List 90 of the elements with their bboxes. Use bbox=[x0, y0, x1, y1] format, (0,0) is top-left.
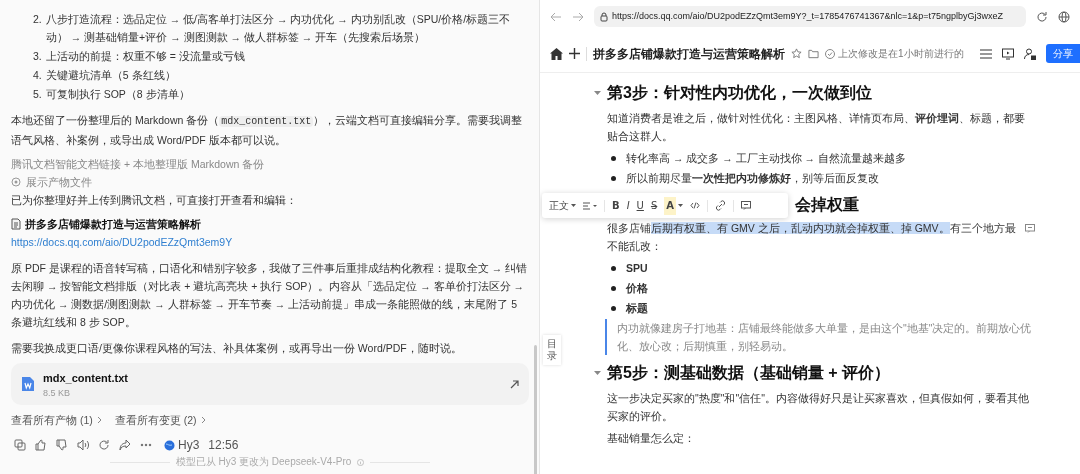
section-heading: 第5步：测基础数据（基础销量 + 评价） bbox=[607, 363, 891, 383]
doc-title: 拼多多店铺爆款打造与运营策略解析 bbox=[25, 217, 201, 232]
followup-text: 需要我换成更口语/更像你课程风格的写法、补具体案例，或再导出一份 Word/PDF，随时说。 bbox=[11, 341, 463, 356]
doc-link[interactable]: https://docs.qq.com/aio/DU2podEZzQmt3em9Y bbox=[11, 233, 529, 251]
section-heading: 第3步：针对性内功优化，一次做到位 bbox=[607, 83, 872, 103]
list-number: 2. bbox=[33, 12, 42, 27]
file-size: 8.5 KB bbox=[43, 386, 72, 399]
collapse-caret-icon[interactable] bbox=[594, 370, 601, 376]
list-number: 5. bbox=[33, 87, 42, 102]
bullet-text: SPU bbox=[626, 261, 648, 276]
toc-tab[interactable]: 目录 bbox=[543, 335, 561, 365]
chevron-right-icon bbox=[96, 416, 103, 424]
caret-icon bbox=[678, 204, 683, 207]
thumbs-down-icon[interactable] bbox=[56, 439, 68, 451]
strikethrough-button[interactable]: S bbox=[650, 196, 658, 215]
align-icon[interactable] bbox=[583, 201, 597, 210]
underline-button[interactable]: U bbox=[636, 196, 644, 215]
back-arrow-icon[interactable] bbox=[550, 11, 562, 22]
list-item-text: 可复制执行 SOP（8 步清单） bbox=[45, 87, 190, 102]
text-style-dropdown[interactable]: 正文 bbox=[549, 196, 576, 215]
bullet-text: 标题 bbox=[626, 301, 648, 316]
list-item-text: 八步打造流程：选品定位 → 低/高客单打法区分 → 内功优化 → 内功别乱改（SPU/价格/标题三不动） → 测基础销量+评价 → 测图测款 → 做人群标签 → 开车（先搜索后场景） bbox=[45, 12, 512, 45]
document-icon bbox=[11, 218, 21, 230]
globe-icon[interactable] bbox=[1058, 10, 1070, 23]
forward-arrow-icon[interactable] bbox=[572, 11, 584, 22]
lock-icon bbox=[600, 11, 608, 22]
bullet-text: 价格 bbox=[626, 281, 648, 296]
link-icon[interactable] bbox=[715, 200, 726, 211]
file-icon bbox=[21, 376, 35, 392]
view-all-link[interactable]: 查看所有产物 (1) bbox=[11, 411, 93, 429]
sources-caption: 腾讯文档智能文档链接 + 本地整理版 Markdown 备份 bbox=[11, 157, 266, 172]
add-comment-icon[interactable] bbox=[1025, 224, 1035, 233]
model-name: Hy3 bbox=[178, 437, 200, 454]
home-icon[interactable] bbox=[550, 47, 563, 60]
message-time: 12:56 bbox=[208, 437, 239, 454]
bullet-text: 转化率高 → 成交多 → 工厂主动找你 → 自然流量越来越多 bbox=[626, 151, 906, 166]
globe-logo-icon bbox=[164, 439, 175, 451]
info-icon bbox=[357, 458, 365, 466]
bullet-text: 所以前期尽量一次性把内功修炼好，别等后面反复改 bbox=[626, 171, 879, 186]
plus-icon[interactable] bbox=[569, 48, 580, 59]
last-modified-text: 上次修改是在1小时前进行的 bbox=[838, 47, 964, 61]
document-title: 拼多多店铺爆款打造与运营策略解析 bbox=[593, 45, 785, 63]
code-icon[interactable] bbox=[690, 202, 700, 209]
section-heading: 会掉权重 bbox=[795, 195, 859, 215]
share-button[interactable]: 分享 bbox=[1046, 44, 1080, 63]
paragraph-text: 基础销量怎么定： bbox=[607, 431, 696, 446]
bullet-icon bbox=[611, 285, 616, 291]
reload-icon[interactable] bbox=[1036, 10, 1048, 23]
presentation-icon[interactable] bbox=[1002, 47, 1014, 60]
paragraph-text: 知道消费者是谁之后，做针对性优化：主图风格、详情页布局、评价埋词、标题，都要贴合这群人。 bbox=[607, 111, 1026, 144]
collapse-caret-icon[interactable] bbox=[594, 90, 601, 96]
paragraph-text: 这一步决定买家的"热度"和"信任"。内容做得好只是让买家喜欢，但真假如何，要看其他买家的评价。 bbox=[607, 391, 1030, 424]
scrollbar-thumb[interactable] bbox=[534, 345, 537, 474]
quote-text: 内功就像建房子打地基：店铺最终能做多大单量，是由这个"地基"决定的。前期放心优化、放心改；后期慎重，别轻易动。 bbox=[605, 319, 1035, 355]
summary-text: 原 PDF 是课程的语音转写稿，口语化和错别字较多，我做了三件事后重排成结构化教程：提取全文 → 纠错去闲聊 → 按智能文档排版（对比表 + 避坑高亮块 + 执行 SOP）。内容从「选品定位 → 客单价打法区分 → 内功优化 → 测数据/测图测款 → 人群标签 → 开车节奏 → 上活动前提」串成一条能照做的线，末尾附了 5 条避坑红线和 8 步 SOP。 bbox=[11, 261, 529, 330]
open-arrow-icon[interactable] bbox=[510, 379, 519, 389]
check-circle-icon bbox=[825, 48, 835, 59]
eye-icon bbox=[11, 177, 21, 187]
file-name: mdx_content.txt bbox=[43, 370, 129, 386]
bullet-icon bbox=[611, 175, 616, 181]
user-lock-icon[interactable] bbox=[1024, 47, 1036, 60]
view-all-link[interactable]: 查看所有变更 (2) bbox=[114, 411, 197, 429]
intro-text: 已为你整理好并上传到腾讯文档，可直接打开查看和编辑： bbox=[11, 193, 298, 208]
copy-icon[interactable] bbox=[14, 439, 26, 451]
list-number: 4. bbox=[33, 68, 42, 83]
bullet-icon bbox=[611, 265, 616, 271]
list-number: 3. bbox=[33, 49, 42, 64]
list-item-text: 关键避坑清单（5 条红线） bbox=[45, 68, 176, 83]
backup-note: 本地还留了一份整理后的 Markdown 备份（ mdx_content.txt ），云端文档可直接编辑分享。需要我调整语气风格、补案例，或导出成 Word/PDF 版本都可以说。 bbox=[11, 113, 524, 148]
file-card[interactable]: mdx_content.txt 8.5 KB bbox=[11, 363, 529, 405]
model-change-note: 模型已从 Hy3 更改为 Deepseek-V4-Pro bbox=[175, 456, 352, 468]
address-bar[interactable]: https://docs.qq.com/aio/DU2podEZzQmt3em9Y?_t=1785476741367&nlc=1&p=t75ngplbyGj3wxeZ bbox=[594, 6, 1026, 27]
chevron-right-icon bbox=[200, 416, 207, 424]
refresh-icon[interactable] bbox=[98, 439, 110, 451]
highlight-button[interactable]: A bbox=[664, 196, 676, 215]
star-icon[interactable] bbox=[791, 48, 802, 59]
menu-icon[interactable] bbox=[980, 48, 992, 59]
paragraph-text: 很多店铺后期有权重、有 GMV 之后，乱动内功就会掉权重、掉 GMV。有三个地方最不能乱改： bbox=[607, 221, 1017, 254]
list-item-text: 上活动的前提：权重不够 = 没流量或亏钱 bbox=[45, 49, 245, 64]
bullet-icon bbox=[611, 155, 616, 161]
share-icon[interactable] bbox=[119, 439, 131, 451]
bullet-icon bbox=[611, 305, 616, 311]
italic-button[interactable]: I bbox=[626, 196, 630, 215]
artifacts-toggle[interactable]: 展示产物文件 bbox=[26, 173, 92, 191]
comment-icon[interactable] bbox=[741, 201, 751, 210]
caret-icon bbox=[571, 204, 576, 207]
folder-icon[interactable] bbox=[808, 48, 819, 59]
bold-button[interactable]: B bbox=[612, 196, 620, 215]
speaker-icon[interactable] bbox=[77, 439, 89, 451]
thumbs-up-icon[interactable] bbox=[35, 439, 47, 451]
